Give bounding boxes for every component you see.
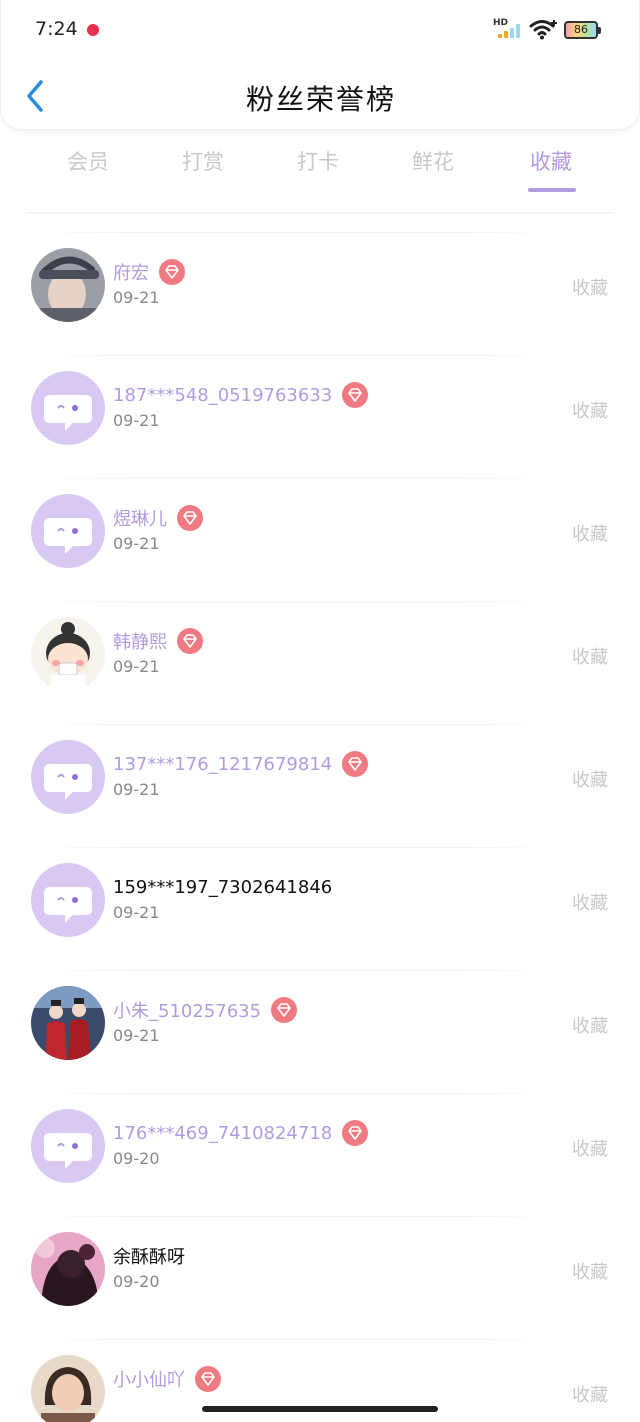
list-item[interactable]: 煜琳儿 09-21 收藏 xyxy=(0,478,640,601)
default-chat-avatar-icon xyxy=(31,863,105,937)
fan-name: 韩静熙 xyxy=(113,632,167,653)
favorite-label: 收藏 xyxy=(572,770,608,791)
row-divider xyxy=(30,847,560,848)
fan-name: 176***469_7410824718 xyxy=(113,1122,333,1144)
fan-date: 09-21 xyxy=(113,1026,160,1045)
fan-list: 府宏 09-21 收藏 187***548_0519763633 09-21 收… xyxy=(0,232,640,1422)
favorite-label: 收藏 xyxy=(572,524,608,545)
row-divider xyxy=(30,1339,560,1340)
fan-name: 府宏 xyxy=(113,263,149,284)
tab-bar: 会员 打赏 打卡 鲜花 收藏 xyxy=(30,140,610,210)
home-indicator[interactable] xyxy=(202,1406,438,1412)
photo-two-figures-red-icon xyxy=(31,986,105,1060)
row-divider xyxy=(30,1216,560,1217)
fan-name: 159***197_7302641846 xyxy=(113,876,333,898)
battery-icon: 86 xyxy=(564,21,601,39)
tab-members[interactable]: 会员 xyxy=(43,146,133,176)
fan-date: 09-20 xyxy=(113,1149,160,1168)
photo-dark-pink-icon xyxy=(31,1232,105,1306)
status-time: 7:24 xyxy=(35,18,78,40)
vip-diamond-icon xyxy=(177,505,203,531)
vip-diamond-icon xyxy=(342,382,369,408)
status-bar: 7:24 HD 86 xyxy=(1,0,640,60)
list-item[interactable]: 韩静熙 09-21 收藏 xyxy=(0,601,640,724)
favorite-label: 收藏 xyxy=(572,1016,608,1037)
default-chat-avatar-icon xyxy=(31,371,105,445)
wifi-icon xyxy=(529,20,557,40)
favorite-label: 收藏 xyxy=(572,1385,608,1406)
list-item[interactable]: 159***197_7302641846 09-21 收藏 xyxy=(0,847,640,970)
notification-dot-icon xyxy=(87,24,99,36)
fan-name: 余酥酥呀 xyxy=(113,1247,185,1268)
default-chat-avatar-icon xyxy=(31,1109,105,1183)
vip-diamond-icon xyxy=(195,1366,221,1392)
vip-diamond-icon xyxy=(159,259,185,285)
photo-man-cap-icon xyxy=(31,248,105,322)
favorite-label: 收藏 xyxy=(572,647,608,668)
fan-name: 小小仙吖 xyxy=(113,1370,185,1391)
vip-diamond-icon xyxy=(177,628,203,654)
fan-name: 煜琳儿 xyxy=(113,509,167,530)
row-divider xyxy=(30,970,560,971)
fan-date: 09-21 xyxy=(113,903,160,922)
tabs-divider xyxy=(26,212,614,214)
tab-checkin[interactable]: 打卡 xyxy=(273,146,363,176)
list-item[interactable]: 府宏 09-21 收藏 xyxy=(0,232,640,355)
fan-date: 09-21 xyxy=(113,288,160,307)
fan-date: 09-21 xyxy=(113,534,160,553)
top-header: 7:24 HD 86 粉丝荣誉榜 xyxy=(0,0,640,130)
row-divider xyxy=(30,1093,560,1094)
cartoon-kid-icon xyxy=(31,617,105,691)
row-divider xyxy=(30,478,560,479)
fan-name: 187***548_0519763633 xyxy=(113,384,333,406)
row-divider xyxy=(30,355,560,356)
photo-woman-icon xyxy=(31,1355,105,1422)
favorite-label: 收藏 xyxy=(572,893,608,914)
vip-diamond-icon xyxy=(342,751,369,777)
page-title: 粉丝荣誉榜 xyxy=(245,83,396,116)
vip-diamond-icon xyxy=(271,997,298,1023)
battery-level: 86 xyxy=(574,23,588,36)
active-tab-indicator xyxy=(528,188,576,192)
favorite-label: 收藏 xyxy=(572,401,608,422)
row-divider xyxy=(30,232,560,233)
list-item[interactable]: 小朱_510257635 09-21 收藏 xyxy=(0,970,640,1093)
fan-date: 09-21 xyxy=(113,780,160,799)
tab-favorites[interactable]: 收藏 xyxy=(506,146,596,176)
list-item[interactable]: 137***176_1217679814 09-21 收藏 xyxy=(0,724,640,847)
row-divider xyxy=(30,724,560,725)
tab-tips[interactable]: 打赏 xyxy=(158,146,248,176)
fan-name: 小朱_510257635 xyxy=(113,1001,262,1022)
signal-strength-icon xyxy=(498,24,522,38)
list-item[interactable]: 176***469_7410824718 09-20 收藏 xyxy=(0,1093,640,1216)
default-chat-avatar-icon xyxy=(31,740,105,814)
list-item[interactable]: 187***548_0519763633 09-21 收藏 xyxy=(0,355,640,478)
fan-date: 09-20 xyxy=(113,1272,160,1291)
favorite-label: 收藏 xyxy=(572,278,608,299)
vip-diamond-icon xyxy=(342,1120,369,1146)
favorite-label: 收藏 xyxy=(572,1262,608,1283)
row-divider xyxy=(30,601,560,602)
fan-date: 09-21 xyxy=(113,657,160,676)
tab-flowers[interactable]: 鲜花 xyxy=(388,146,478,176)
fan-name: 137***176_1217679814 xyxy=(113,753,333,775)
default-chat-avatar-icon xyxy=(31,494,105,568)
fan-date: 09-21 xyxy=(113,411,160,430)
list-item[interactable]: 余酥酥呀 09-20 收藏 xyxy=(0,1216,640,1339)
favorite-label: 收藏 xyxy=(572,1139,608,1160)
